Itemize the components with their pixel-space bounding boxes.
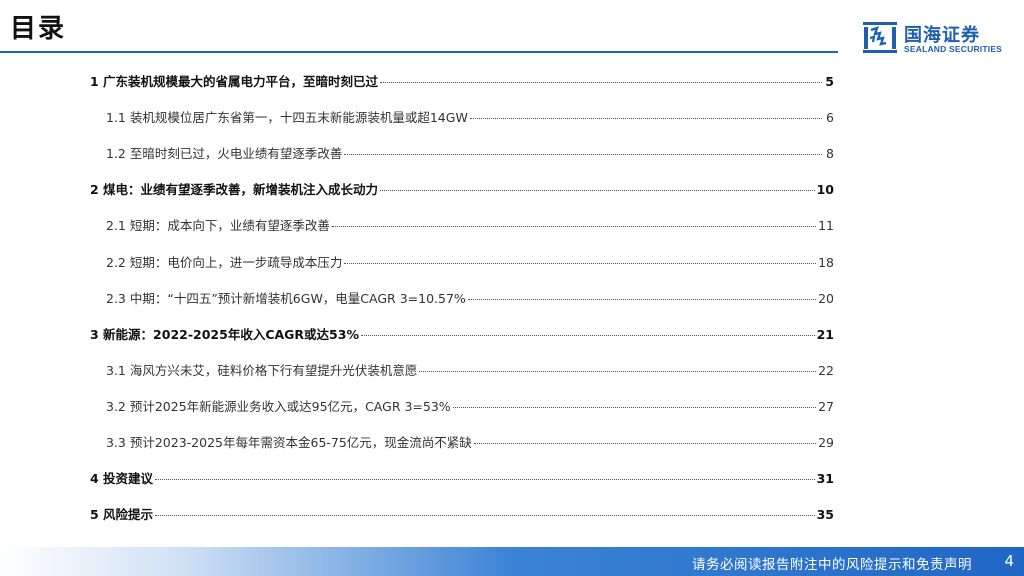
sealand-logo-icon (863, 22, 897, 53)
toc-dot-leader (155, 514, 815, 517)
toc-entry-page: 22 (818, 362, 834, 378)
toc-dot-leader (155, 478, 815, 481)
toc-entry-title: 5 风险提示 (90, 507, 154, 523)
logo-english-name: SEALAND SECURITIES (904, 44, 1003, 54)
toc-dot-leader (344, 153, 822, 156)
toc-entry[interactable]: 2.2 短期：电价向上，进一步疏导成本压力 18 (106, 253, 834, 273)
toc-entry[interactable]: 3.3 预计2023-2025年每年需资本金65-75亿元，现金流尚不紧缺 29 (106, 433, 834, 453)
toc-entry-page: 18 (818, 254, 834, 270)
toc-entry-page: 21 (816, 326, 834, 342)
toc-entry-title: 3.3 预计2023-2025年每年需资本金65-75亿元，现金流尚不紧缺 (106, 435, 472, 450)
toc-entry-title: 3.2 预计2025年新能源业务收入或达95亿元，CAGR 3=53% (106, 398, 451, 414)
toc-entry[interactable]: 3.2 预计2025年新能源业务收入或达95亿元，CAGR 3=53% 27 (106, 397, 834, 417)
toc-entry[interactable]: 1.1 装机规模位居广东省第一，十四五末新能源装机量或超14GW 6 (106, 108, 834, 128)
toc-entry-title: 2.3 中期：“十四五”预计新增装机6GW，电量CAGR 3=10.57% (106, 290, 466, 306)
page-header: 目录 国海证券 SEALAND SECURITIES (0, 0, 1024, 56)
toc-entry[interactable]: 4 投资建议 31 (90, 469, 834, 489)
toc-entry-title: 2.2 短期：电价向上，进一步疏导成本压力 (106, 254, 343, 270)
toc-dot-leader (473, 442, 817, 444)
toc-entry-page: 5 (825, 74, 834, 89)
disclaimer-text: 请务必阅读报告附注中的风险提示和免责声明 (692, 557, 972, 573)
toc-entry[interactable]: 1 广东装机规模最大的省属电力平台，至暗时刻已过 5 (90, 72, 834, 92)
toc-dot-leader (344, 262, 817, 264)
toc-entry-page: 11 (818, 218, 834, 234)
toc-entry[interactable]: 2.1 短期：成本向下，业绩有望逐季改善 11 (106, 216, 834, 236)
sealand-logo: 国海证券 SEALAND SECURITIES (862, 20, 1012, 58)
toc-entry-title: 4 投资建议 (90, 471, 154, 487)
page-title: 目录 (10, 14, 67, 44)
toc-entry-title: 1 广东装机规模最大的省属电力平台，至暗时刻已过 (90, 74, 379, 89)
toc-dot-leader (380, 189, 815, 192)
toc-entry[interactable]: 3 新能源：2022-2025年收入CAGR或达53% 21 (90, 325, 834, 345)
header-rule (0, 51, 838, 53)
toc-entry-title: 3.1 海风方兴未艾，硅料价格下行有望提升光伏装机意愿 (106, 362, 418, 378)
toc-entry-page: 20 (818, 290, 834, 306)
toc-entry-page: 29 (818, 435, 834, 450)
toc-entry-title: 2 煤电：业绩有望逐季改善，新增装机注入成长动力 (90, 182, 379, 198)
toc-entry-title: 1.2 至暗时刻已过，火电业绩有望逐季改善 (106, 146, 343, 162)
toc-entry-title: 1.1 装机规模位居广东省第一，十四五末新能源装机量或超14GW (106, 110, 468, 126)
toc-entry-page: 35 (816, 507, 834, 523)
toc-entry-page: 8 (826, 146, 834, 162)
toc-entry[interactable]: 5 风险提示 35 (90, 505, 834, 525)
toc-dot-leader (469, 117, 822, 120)
toc-dot-leader (452, 406, 817, 408)
page-number: 4 (1004, 552, 1014, 570)
toc-entry[interactable]: 2 煤电：业绩有望逐季改善，新增装机注入成长动力 10 (90, 180, 834, 200)
toc-dot-leader (467, 298, 817, 300)
toc-dot-leader (331, 225, 817, 228)
toc-entry-page: 27 (818, 398, 834, 414)
toc-dot-leader (360, 334, 815, 336)
toc-entry[interactable]: 2.3 中期：“十四五”预计新增装机6GW，电量CAGR 3=10.57% 20 (106, 289, 834, 309)
toc-dot-leader (419, 370, 817, 372)
toc-entry-title: 3 新能源：2022-2025年收入CAGR或达53% (90, 326, 359, 342)
toc-entry-page: 10 (816, 182, 834, 198)
toc-dot-leader (380, 81, 822, 83)
page-footer: 请务必阅读报告附注中的风险提示和免责声明 4 (0, 547, 1024, 576)
toc-entry[interactable]: 3.1 海风方兴未艾，硅料价格下行有望提升光伏装机意愿 22 (106, 361, 834, 381)
toc-entry-title: 2.1 短期：成本向下，业绩有望逐季改善 (106, 218, 330, 234)
toc-entry-page: 31 (816, 471, 834, 487)
toc-entry-page: 6 (826, 110, 834, 126)
toc-entry[interactable]: 1.2 至暗时刻已过，火电业绩有望逐季改善 8 (106, 144, 834, 164)
